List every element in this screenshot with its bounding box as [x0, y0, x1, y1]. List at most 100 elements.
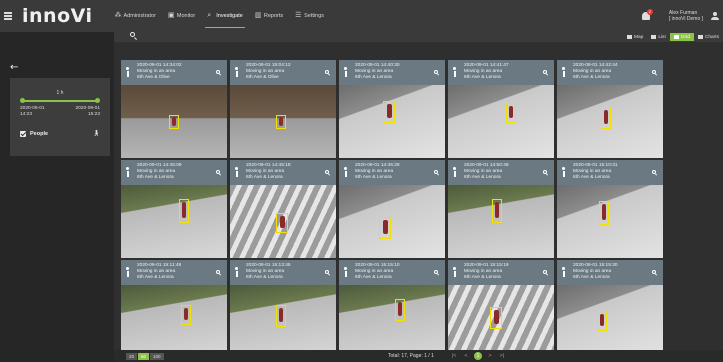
event-thumbnail[interactable] — [230, 185, 336, 258]
zoom-icon[interactable] — [325, 270, 329, 274]
time-range-slider[interactable] — [20, 98, 100, 103]
page-size-100[interactable]: 100 — [150, 353, 164, 360]
zoom-icon[interactable] — [652, 270, 656, 274]
location-pin-icon — [344, 167, 347, 177]
event-location: 6th Ave & Lenora — [137, 274, 174, 280]
slider-end-handle[interactable] — [95, 98, 100, 103]
event-thumbnail[interactable] — [557, 185, 663, 258]
view-mode-map[interactable]: Map — [623, 33, 647, 41]
people-checkbox[interactable] — [20, 130, 26, 137]
event-location: 6th Ave & Lenora — [246, 274, 283, 280]
detected-person — [184, 307, 188, 321]
nav-item-administrator[interactable]: ⁂ Administrator — [109, 0, 162, 32]
detected-person — [386, 104, 392, 118]
event-thumbnail[interactable] — [121, 285, 227, 358]
slider-start-handle[interactable] — [20, 98, 25, 103]
zoom-icon[interactable] — [216, 170, 220, 174]
zoom-icon[interactable] — [652, 70, 656, 74]
notifications-bell-icon[interactable]: 2 — [641, 9, 653, 21]
zoom-icon[interactable] — [543, 270, 547, 274]
app-logo[interactable]: innoVi — [22, 5, 93, 27]
detected-person — [398, 302, 402, 316]
search-icon: ⌕ — [207, 12, 212, 19]
event-card[interactable]: 2020-09-01 14:45:09 Moving in an area 6th … — [121, 160, 227, 258]
detection-box — [599, 201, 609, 225]
page-size-25[interactable]: 25 — [126, 353, 138, 360]
nav-item-settings[interactable]: ☰ Settings — [289, 0, 330, 32]
search-icon[interactable] — [130, 32, 135, 37]
zoom-icon[interactable] — [434, 70, 438, 74]
event-card[interactable]: 2020-09-01 14:45:29 Moving in an area 6th … — [339, 160, 445, 258]
zoom-icon[interactable] — [543, 170, 547, 174]
event-card[interactable]: 2020-09-01 14:50:49 Moving in an area 6th … — [448, 160, 554, 258]
class-filter-people[interactable]: People 🚶︎ — [20, 130, 100, 137]
last-page-icon[interactable]: >| — [496, 353, 508, 359]
detected-person — [509, 105, 513, 119]
event-card[interactable]: 2020-09-01 14:34:02 Moving in an area 6th … — [121, 60, 227, 158]
event-type: Moving in an area — [137, 268, 176, 274]
pager: |< < 1 > >| — [448, 352, 508, 360]
event-card[interactable]: 2020-09-01 15:10:31 Moving in an area 6th … — [557, 160, 663, 258]
zoom-icon[interactable] — [325, 70, 329, 74]
event-card[interactable]: 2020-09-01 15:04:12 Moving in an area 6th … — [230, 60, 336, 158]
zoom-icon[interactable] — [434, 170, 438, 174]
zoom-icon[interactable] — [216, 270, 220, 274]
pagination-bar: 25 50 100 Total: 17, Page: 1 / 1 |< < 1 … — [114, 350, 723, 362]
event-timestamp: 2020-09-01 14:34:02 — [137, 63, 182, 68]
location-pin-icon — [453, 67, 456, 77]
event-thumbnail[interactable] — [230, 85, 336, 158]
event-card[interactable]: 2020-09-01 15:13:45 Moving in an area 6th … — [230, 260, 336, 358]
filter-panel: ← 1 h 2020-09-01 14:23 2020-09-01 15:23 … — [0, 32, 114, 362]
event-card[interactable]: 2020-09-01 14:42:44 Moving in an area 6th … — [557, 60, 663, 158]
zoom-icon[interactable] — [325, 170, 329, 174]
event-thumbnail[interactable] — [339, 285, 445, 358]
zoom-icon[interactable] — [434, 270, 438, 274]
results-area: Map List Grid Charts 2020-09-01 14:34:02… — [114, 32, 723, 362]
event-card[interactable]: 2020-09-01 15:15:10 Moving in an area 6th … — [339, 260, 445, 358]
page-size-50[interactable]: 50 — [138, 353, 150, 360]
back-arrow-icon[interactable]: ← — [10, 62, 18, 73]
prev-page-icon[interactable]: < — [460, 353, 472, 359]
zoom-icon[interactable] — [216, 70, 220, 74]
user-avatar-icon[interactable] — [711, 12, 719, 20]
user-info[interactable]: Alex Furman [ innoVi Demo ] — [669, 10, 703, 22]
event-timestamp: 2020-09-01 14:45:29 — [355, 163, 400, 168]
event-card[interactable]: 2020-09-01 15:11:48 Moving in an area 6th … — [121, 260, 227, 358]
hamburger-menu-icon[interactable] — [4, 11, 12, 22]
event-card[interactable]: 2020-09-01 14:41:47 Moving in an area 6th … — [448, 60, 554, 158]
view-mode-grid[interactable]: Grid — [669, 33, 694, 41]
event-thumbnail[interactable] — [448, 85, 554, 158]
event-thumbnail[interactable] — [557, 285, 663, 358]
camera-snapshot — [557, 185, 663, 258]
event-thumbnail[interactable] — [448, 285, 554, 358]
event-thumbnail[interactable] — [230, 285, 336, 358]
first-page-icon[interactable]: |< — [448, 353, 460, 359]
event-thumbnail[interactable] — [339, 85, 445, 158]
event-thumbnail[interactable] — [121, 185, 227, 258]
event-card-header: 2020-09-01 14:50:49 Moving in an area 6th … — [448, 160, 554, 185]
camera-snapshot — [557, 285, 663, 358]
event-card[interactable]: 2020-09-01 14:45:18 Moving in an area 6th … — [230, 160, 336, 258]
event-card[interactable]: 2020-09-01 15:15:19 Moving in an area 6th … — [448, 260, 554, 358]
nav-item-reports[interactable]: ▥ Reports — [249, 0, 289, 32]
current-page-button[interactable]: 1 — [474, 352, 482, 360]
event-type: Moving in an area — [464, 268, 503, 274]
view-mode-charts[interactable]: Charts — [694, 33, 723, 41]
zoom-icon[interactable] — [652, 170, 656, 174]
event-timestamp: 2020-09-01 15:10:31 — [573, 163, 618, 168]
event-thumbnail[interactable] — [339, 185, 445, 258]
nav-item-investigate[interactable]: ⌕ Investigate — [201, 0, 249, 32]
event-card[interactable]: 2020-09-01 14:40:30 Moving in an area 6th … — [339, 60, 445, 158]
event-thumbnail[interactable] — [557, 85, 663, 158]
event-card-header: 2020-09-01 14:40:30 Moving in an area 6th … — [339, 60, 445, 85]
total-count: Total: 17, Page: 1 / 1 — [388, 353, 434, 359]
event-card-header: 2020-09-01 14:34:02 Moving in an area 6th … — [121, 60, 227, 85]
nav-item-monitor[interactable]: ▣ Monitor — [162, 0, 201, 32]
view-mode-switcher: Map List Grid Charts — [623, 32, 723, 42]
zoom-icon[interactable] — [543, 70, 547, 74]
event-thumbnail[interactable] — [121, 85, 227, 158]
event-card[interactable]: 2020-09-01 15:15:30 Moving in an area 6th … — [557, 260, 663, 358]
event-thumbnail[interactable] — [448, 185, 554, 258]
next-page-icon[interactable]: > — [484, 353, 496, 359]
view-mode-list[interactable]: List — [647, 33, 669, 41]
